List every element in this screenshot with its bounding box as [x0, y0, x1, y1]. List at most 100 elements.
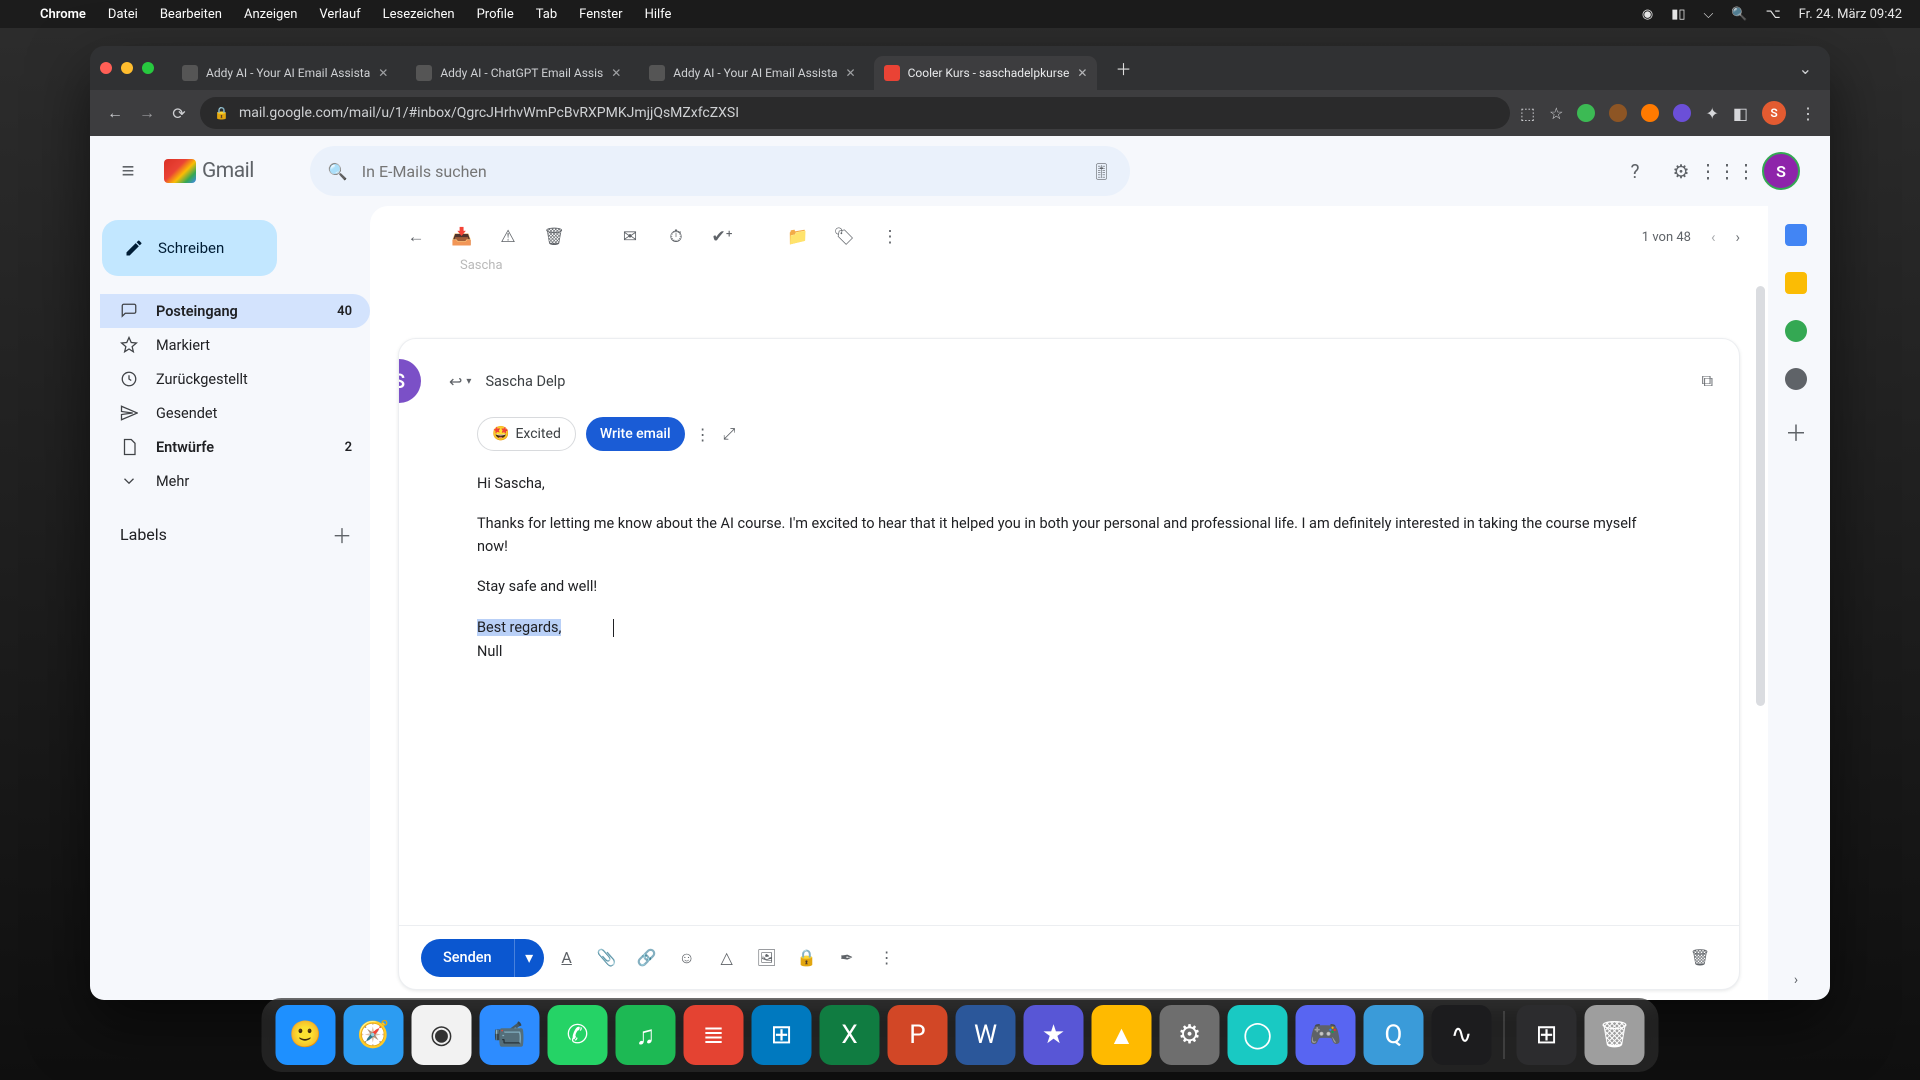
mark-unread-icon[interactable]: ✉ — [612, 219, 648, 255]
close-tab-icon[interactable]: ✕ — [378, 66, 388, 80]
add-to-tasks-icon[interactable]: ✔⁺ — [704, 219, 740, 255]
search-bar[interactable]: 🔍 🎚 — [310, 146, 1130, 196]
install-pwa-icon[interactable]: ⬚ — [1520, 104, 1535, 123]
extension-icon[interactable] — [1609, 104, 1627, 122]
pager-prev-icon[interactable]: ‹ — [1711, 228, 1716, 246]
write-email-button[interactable]: Write email — [586, 417, 685, 451]
confidential-mode-icon[interactable]: 🔒 — [790, 941, 824, 975]
dock-mission-control[interactable]: ⊞ — [1517, 1005, 1577, 1065]
insert-link-icon[interactable]: 🔗 — [630, 941, 664, 975]
wifi-icon[interactable]: ⌵ — [1704, 7, 1714, 22]
dock-finder[interactable]: 🙂 — [276, 1005, 336, 1065]
dock-drive[interactable]: ▲ — [1092, 1005, 1152, 1065]
screen-record-icon[interactable]: ◉ — [1642, 7, 1653, 22]
contacts-icon[interactable] — [1785, 368, 1807, 390]
extension-icon[interactable] — [1673, 104, 1691, 122]
insert-drive-icon[interactable]: △ — [710, 941, 744, 975]
search-options-icon[interactable]: 🎚 — [1092, 162, 1112, 181]
dock-safari[interactable]: 🧭 — [344, 1005, 404, 1065]
insert-signature-icon[interactable]: ✒ — [830, 941, 864, 975]
dock-word[interactable]: W — [956, 1005, 1016, 1065]
dock-trello[interactable]: ⊞ — [752, 1005, 812, 1065]
menubar-clock[interactable]: Fr. 24. März 09:42 — [1799, 7, 1902, 22]
close-tab-icon[interactable]: ✕ — [611, 66, 621, 80]
dock-voice-memos[interactable]: ∿ — [1432, 1005, 1492, 1065]
get-addons-icon[interactable]: ＋ — [1785, 416, 1807, 448]
menu-profile[interactable]: Profile — [477, 7, 514, 22]
reply-type-button[interactable]: ↩ ▾ — [449, 372, 471, 391]
compose-more-icon[interactable]: ⋮ — [870, 941, 904, 975]
snooze-icon[interactable]: ⏱ — [658, 219, 694, 255]
dock-todoist[interactable]: ≣ — [684, 1005, 744, 1065]
menu-fenster[interactable]: Fenster — [579, 7, 622, 22]
gmail-logo[interactable]: Gmail — [164, 159, 254, 183]
nav-snoozed[interactable]: Zurückgestellt — [100, 362, 370, 396]
extension-icon[interactable] — [1641, 104, 1659, 122]
sidepanel-icon[interactable]: ◧ — [1733, 104, 1748, 123]
close-tab-icon[interactable]: ✕ — [1077, 66, 1087, 80]
nav-more[interactable]: Mehr — [100, 464, 370, 498]
popout-compose-icon[interactable]: ⧉ — [1702, 371, 1713, 391]
dock-excel[interactable]: X — [820, 1005, 880, 1065]
addy-more-icon[interactable]: ⋮ — [695, 425, 713, 444]
formatting-icon[interactable]: A — [550, 941, 584, 975]
send-options-button[interactable]: ▾ — [514, 939, 544, 977]
attach-file-icon[interactable]: 📎 — [590, 941, 624, 975]
settings-gear-icon[interactable]: ⚙ — [1670, 160, 1692, 182]
tab-0[interactable]: Addy AI - Your AI Email Assista ✕ — [172, 56, 398, 90]
nav-sent[interactable]: Gesendet — [100, 396, 370, 430]
compose-body[interactable]: Hi Sascha, Thanks for letting me know ab… — [399, 457, 1739, 682]
keep-icon[interactable] — [1785, 272, 1807, 294]
tab-2[interactable]: Addy AI - Your AI Email Assista ✕ — [639, 56, 865, 90]
archive-icon[interactable]: 📥 — [444, 219, 480, 255]
report-spam-icon[interactable]: ⚠ — [490, 219, 526, 255]
spotlight-icon[interactable]: 🔍 — [1731, 7, 1747, 22]
profile-avatar[interactable]: S — [1762, 101, 1786, 125]
dock-whatsapp[interactable]: ✆ — [548, 1005, 608, 1065]
tab-1[interactable]: Addy AI - ChatGPT Email Assis ✕ — [406, 56, 631, 90]
control-center-icon[interactable]: ⌥ — [1766, 7, 1781, 22]
chrome-menu-icon[interactable]: ⋮ — [1800, 104, 1816, 123]
account-avatar[interactable]: S — [1762, 152, 1800, 190]
close-window-button[interactable] — [100, 62, 112, 74]
calendar-icon[interactable] — [1785, 224, 1807, 246]
dock-imovie[interactable]: ★ — [1024, 1005, 1084, 1065]
dock-settings[interactable]: ⚙ — [1160, 1005, 1220, 1065]
minimize-window-button[interactable] — [121, 62, 133, 74]
tab-overflow-button[interactable]: ⌄ — [1791, 59, 1820, 78]
menu-verlauf[interactable]: Verlauf — [319, 7, 360, 22]
back-to-inbox-button[interactable]: ← — [398, 219, 434, 255]
fullscreen-window-button[interactable] — [142, 62, 154, 74]
dock-trash[interactable]: 🗑 — [1585, 1005, 1645, 1065]
labels-icon[interactable]: 🏷 — [826, 219, 862, 255]
send-button[interactable]: Senden — [421, 939, 514, 977]
menubar-app-name[interactable]: Chrome — [40, 7, 86, 22]
dock-quicktime[interactable]: Q — [1364, 1005, 1424, 1065]
battery-icon[interactable]: ▮▯ — [1671, 7, 1685, 22]
extension-icon[interactable] — [1577, 104, 1595, 122]
search-input[interactable] — [362, 162, 1078, 181]
dock-discord[interactable]: 🎮 — [1296, 1005, 1356, 1065]
move-to-icon[interactable]: 📁 — [780, 219, 816, 255]
recipient-name[interactable]: Sascha Delp — [485, 373, 565, 390]
main-menu-icon[interactable]: ≡ — [108, 151, 148, 191]
insert-emoji-icon[interactable]: ☺ — [670, 941, 704, 975]
discard-draft-icon[interactable]: 🗑 — [1683, 941, 1717, 975]
close-tab-icon[interactable]: ✕ — [846, 66, 856, 80]
bookmark-star-icon[interactable]: ☆ — [1549, 104, 1563, 123]
dock-app[interactable]: ◯ — [1228, 1005, 1288, 1065]
add-label-button[interactable]: ＋ — [332, 520, 352, 549]
dock-zoom[interactable]: 📹 — [480, 1005, 540, 1065]
collapse-panel-icon[interactable]: › — [1794, 972, 1798, 1000]
addy-expand-icon[interactable]: ⤢ — [723, 424, 736, 444]
scrollbar-thumb[interactable] — [1756, 286, 1765, 706]
nav-drafts[interactable]: Entwürfe 2 — [100, 430, 370, 464]
menu-tab[interactable]: Tab — [536, 7, 557, 22]
compose-button[interactable]: Schreiben — [102, 220, 277, 276]
menu-bearbeiten[interactable]: Bearbeiten — [160, 7, 222, 22]
nav-inbox[interactable]: Posteingang 40 — [100, 294, 370, 328]
reload-button[interactable]: ⟳ — [168, 104, 190, 123]
back-button[interactable]: ← — [104, 103, 126, 123]
google-apps-icon[interactable]: ⋮⋮⋮ — [1716, 160, 1738, 182]
address-bar[interactable]: 🔒 mail.google.com/mail/u/1/#inbox/QgrcJH… — [200, 97, 1510, 129]
